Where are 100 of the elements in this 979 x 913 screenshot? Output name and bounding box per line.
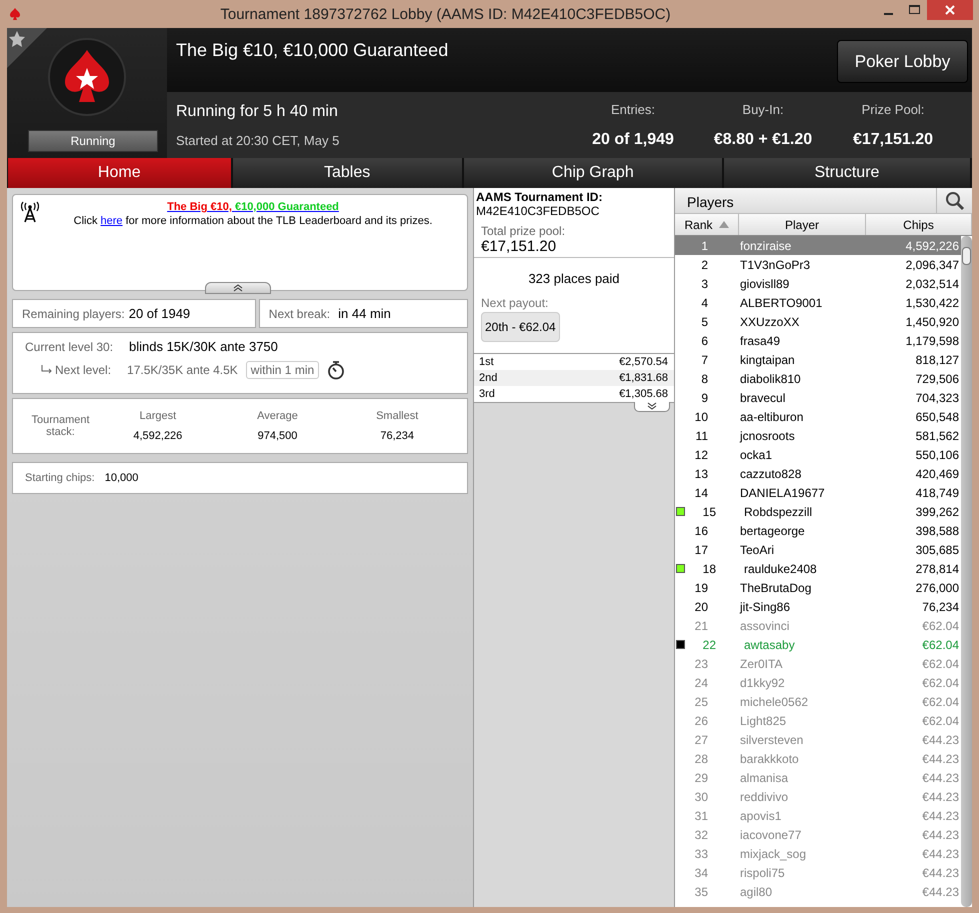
aams-id-value: M42E410C3FEDB5OC [476, 204, 600, 218]
chips-cell-text: 420,469 [914, 466, 960, 480]
chips-cell-text: €62.04 [921, 638, 960, 652]
player-row[interactable]: 10 aa-eltiburon 650,548 [675, 407, 961, 426]
tab[interactable]: Home [8, 158, 231, 188]
rank-cell-text: 31 [694, 808, 709, 822]
player-row[interactable]: 14 DANIELA19677 418,749 [675, 483, 961, 502]
rank-cell-text: 23 [694, 656, 709, 670]
rank-cell-text: 25 [694, 694, 709, 708]
tab[interactable]: Structure [724, 158, 970, 188]
player-row[interactable]: 3 giovisll89 2,032,514 [675, 274, 961, 293]
player-name: Zer0ITA [739, 656, 784, 670]
player-row[interactable]: 13 cazzuto828 420,469 [675, 464, 961, 483]
player-row[interactable]: 31 apovis1 €44.23 [675, 806, 961, 825]
player-row[interactable]: 34 rispoli75 €44.23 [675, 863, 961, 882]
rank-cell-text: 32 [694, 828, 709, 842]
player-name: rispoli75 [739, 866, 786, 880]
here-link[interactable]: here [100, 215, 123, 227]
chips-cell-text: 550,106 [914, 448, 960, 462]
chips-cell-text: 278,814 [914, 562, 960, 576]
next-break-label: Next break: [268, 306, 330, 320]
player-row[interactable]: 2 T1V3nGoPr3 2,096,347 [675, 255, 961, 274]
scroll-thumb[interactable] [962, 247, 971, 265]
player-name: diabolik810 [739, 372, 802, 386]
player-row[interactable]: 30 reddivivo €44.23 [675, 787, 961, 806]
player-row[interactable]: 18 raulduke2408 278,814 [675, 559, 961, 578]
rank-cell-text: 12 [694, 448, 709, 462]
player-row[interactable]: 16 bertageorge 398,588 [675, 521, 961, 540]
chips-cell-text: €44.23 [921, 828, 960, 842]
player-row[interactable]: 12 ocka1 550,106 [675, 445, 961, 464]
player-row[interactable]: 11 jcnosroots 581,562 [675, 426, 961, 445]
next-level-value: 17.5K/35K ante 4.5K [127, 363, 238, 377]
player-row[interactable]: 8 diabolik810 729,506 [675, 369, 961, 388]
prize-pool-label: Total prize pool: [481, 224, 566, 238]
chips-cell-text: €44.23 [921, 808, 960, 822]
player-row[interactable]: 32 iacovone77 €44.23 [675, 825, 961, 844]
chips-cell-text: 2,096,347 [904, 258, 960, 272]
player-row[interactable]: 24 d1kky92 €62.04 [675, 673, 961, 692]
player-row[interactable]: 23 Zer0ITA €62.04 [675, 654, 961, 673]
player-row[interactable]: 6 frasa49 1,179,598 [675, 331, 961, 350]
player-row[interactable]: 26 Light825 €62.04 [675, 711, 961, 730]
player-row[interactable]: 33 mixjack_sog €44.23 [675, 844, 961, 863]
starting-chips-value: 10,000 [104, 472, 138, 484]
stat-label: Buy-In: [742, 102, 784, 116]
expand-handle[interactable] [634, 402, 670, 412]
rank-cell-text: 10 [694, 410, 709, 424]
next-payout-button[interactable]: 20th - €62.04 [481, 312, 560, 342]
rank-cell-text: 33 [694, 846, 709, 860]
player-row[interactable]: 28 barakkkoto €44.23 [675, 749, 961, 768]
player-name: TeoAri [739, 542, 776, 556]
status-ribbon: Running [28, 130, 158, 152]
tab[interactable]: Tables [232, 158, 462, 188]
window-title: Tournament 1897372762 Lobby (AAMS ID: M42E410C3FEDB5OC) [219, 6, 672, 22]
chips-cell-text: 729,506 [914, 372, 960, 386]
chips-cell-text: 276,000 [914, 580, 960, 594]
collapse-handle[interactable] [205, 282, 271, 294]
column-header[interactable]: Player [739, 214, 866, 235]
close-button[interactable] [927, 0, 973, 20]
player-row[interactable]: 22 awtasaby €62.04 [675, 635, 961, 654]
player-name: silversteven [739, 732, 804, 746]
player-name: mixjack_sog [739, 846, 808, 860]
poker-lobby-button[interactable]: Poker Lobby [837, 40, 968, 83]
rank-cell-text: 3 [700, 276, 709, 290]
player-name: jcnosroots [738, 428, 796, 442]
column-header[interactable]: Rank [675, 214, 739, 235]
tab[interactable]: Chip Graph [464, 158, 722, 188]
tournament-name: The Big €10, €10,000 Guaranteed [176, 40, 448, 61]
player-row[interactable]: 20 jit-Sing86 76,234 [675, 597, 961, 616]
player-row[interactable]: 29 almanisa €44.23 [675, 768, 961, 787]
scrollbar[interactable] [961, 236, 972, 907]
player-row[interactable]: 7 kingtaipan 818,127 [675, 350, 961, 369]
player-name: apovis1 [739, 808, 782, 822]
player-row[interactable]: 15 Robdspezzill 399,262 [675, 502, 961, 521]
payout-place: 3rd [479, 388, 495, 400]
player-row[interactable]: 5 XXUzzoXX 1,450,920 [675, 312, 961, 331]
rank-cell-text: 15 [702, 504, 717, 518]
player-row[interactable]: 9 bravecul 704,323 [675, 388, 961, 407]
next-level-label: Next level: [55, 363, 112, 377]
tournament-link[interactable]: The Big €10, €10,000 Guaranteed [167, 201, 339, 213]
player-row[interactable]: 25 michele0562 €62.04 [675, 692, 961, 711]
player-row[interactable]: 35 agil80 €44.23 [675, 882, 961, 901]
favorite-star-icon[interactable] [7, 28, 47, 68]
player-name: giovisll89 [739, 276, 790, 290]
rank-cell-text: 17 [694, 542, 709, 556]
rank-cell-text: 16 [694, 524, 709, 538]
rank-cell-text: 20 [694, 600, 709, 614]
player-row[interactable]: 4 ALBERTO9001 1,530,422 [675, 293, 961, 312]
player-row[interactable]: 19 TheBrutaDog 276,000 [675, 578, 961, 597]
stack-value: 76,234 [380, 430, 414, 442]
stack-column-label: Largest [139, 410, 176, 422]
remaining-value: 20 of 1949 [128, 306, 190, 321]
stat-label: Prize Pool: [862, 102, 924, 116]
player-row[interactable]: 1 fonziraise 4,592,226 [675, 236, 961, 255]
start-time: Started at 20:30 CET, May 5 [176, 132, 340, 148]
player-row[interactable]: 21 assovinci €62.04 [675, 616, 961, 635]
player-row[interactable]: 27 silversteven €44.23 [675, 730, 961, 749]
stack-label: Tournament stack: [30, 414, 91, 438]
chips-cell-text: 650,548 [914, 410, 960, 424]
column-header[interactable]: Chips [866, 214, 972, 235]
player-row[interactable]: 17 TeoAri 305,685 [675, 540, 961, 559]
